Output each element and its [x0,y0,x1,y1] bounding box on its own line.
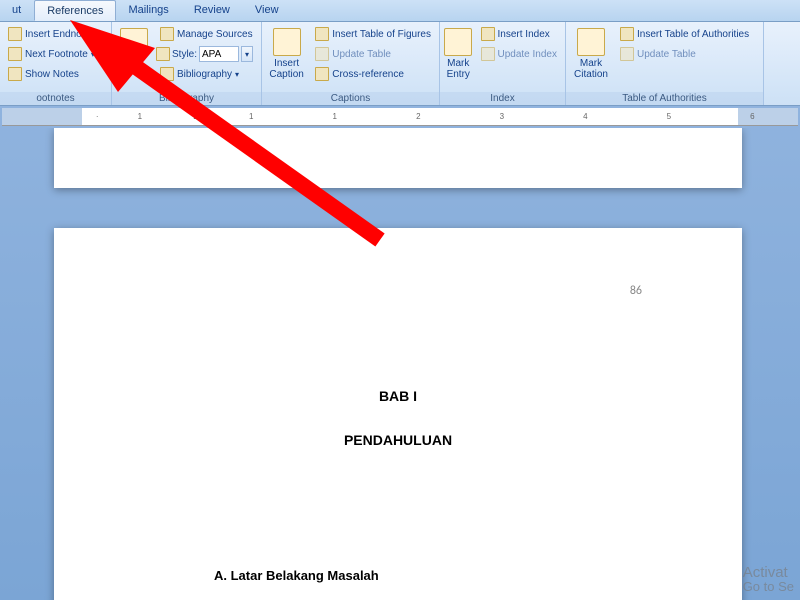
insert-table-of-figures-button[interactable]: Insert Table of Figures [311,24,435,44]
update-index-icon [481,47,495,61]
toa-icon [620,27,634,41]
style-icon [156,47,170,61]
tab-references[interactable]: References [34,0,116,21]
insert-endnote-label: Insert Endnote [25,29,90,40]
chevron-down-icon: ▾ [235,70,239,79]
update-toa-button[interactable]: Update Table [616,44,753,64]
bibliography-label: Bibliography [177,69,232,80]
group-footnotes: Insert Endnote Next Footnote ▾ Show Note… [0,22,112,105]
group-table-of-authorities: Mark Citation Insert Table of Authoritie… [566,22,764,105]
mark-entry-icon [444,28,472,56]
show-notes-icon [8,67,22,81]
insert-index-button[interactable]: Insert Index [477,24,562,44]
next-footnote-button[interactable]: Next Footnote ▾ [4,44,99,64]
next-footnote-icon [8,47,22,61]
insert-endnote-button[interactable]: Insert Endnote [4,24,99,44]
activate-windows-watermark: Activat Go to Se [743,566,794,594]
insert-toa-button[interactable]: Insert Table of Authorities [616,24,753,44]
citation-style-row: Style: ▾ [156,44,257,64]
ribbon-tabs: ut References Mailings Review View [0,0,800,22]
doc-heading-pendahuluan: PENDAHULUAN [134,432,662,448]
tab-view[interactable]: View [243,0,292,21]
update-index-button[interactable]: Update Index [477,44,562,64]
document-page[interactable]: 86 BAB I PENDAHULUAN A. Latar Belakang M… [54,228,742,600]
update-toa-icon [620,47,634,61]
update-table-captions-button[interactable]: Update Table [311,44,435,64]
update-table-icon [315,47,329,61]
tab-layout-partial[interactable]: ut [0,0,34,21]
caption-icon [273,28,301,56]
insert-toa-label: Insert Table of Authorities [637,29,749,40]
insert-caption-label: Insert Caption [269,58,303,80]
crossref-icon [315,67,329,81]
group-citations: C... Manage Sources Style: ▾ Bibliograph… [112,22,262,105]
insert-tof-label: Insert Table of Figures [332,29,431,40]
bibliography-icon [160,67,174,81]
cross-reference-button[interactable]: Cross-reference [311,64,435,84]
show-notes-button[interactable]: Show Notes [4,64,99,84]
crossref-label: Cross-reference [332,69,404,80]
mark-entry-button[interactable]: Mark Entry [444,24,473,80]
update-table-captions-label: Update Table [332,49,391,60]
next-footnote-label: Next Footnote [25,49,88,60]
ribbon: Insert Endnote Next Footnote ▾ Show Note… [0,22,800,106]
show-notes-label: Show Notes [25,69,79,80]
bibliography-button[interactable]: Bibliography ▾ [156,64,257,84]
citation-icon [120,28,148,56]
page-number: 86 [630,284,642,298]
update-toa-label: Update Table [637,49,696,60]
group-captions: Insert Caption Insert Table of Figures U… [262,22,440,105]
mark-citation-label: Mark Citation [574,58,608,80]
endnote-icon [8,27,22,41]
mark-citation-button[interactable]: Mark Citation [570,24,612,80]
style-label: Style: [172,49,197,60]
update-index-label: Update Index [498,49,558,60]
insert-index-label: Insert Index [498,29,550,40]
group-title-captions: Captions [262,92,439,105]
tab-mailings[interactable]: Mailings [116,0,181,21]
group-index: Mark Entry Insert Index Update Index Ind… [440,22,566,105]
style-dropdown-button[interactable]: ▾ [241,46,253,62]
citation-partial-label: C... [126,58,142,69]
mark-citation-icon [577,28,605,56]
ruler-scale: · 1 2 1 1 2 3 4 5 6 [82,108,778,125]
group-title-citations: Bibliography [112,92,261,105]
manage-sources-label: Manage Sources [177,29,253,40]
tab-review[interactable]: Review [182,0,243,21]
group-title-toa: Table of Authorities [566,92,763,105]
document-workspace[interactable]: 86 BAB I PENDAHULUAN A. Latar Belakang M… [0,128,800,600]
tof-icon [315,27,329,41]
doc-section-a: A. Latar Belakang Masalah [214,568,662,583]
horizontal-ruler[interactable]: · 1 2 1 1 2 3 4 5 6 [2,108,798,126]
group-title-index: Index [440,92,565,105]
doc-heading-bab: BAB I [134,388,662,404]
chevron-down-icon: ▾ [91,50,95,59]
manage-sources-button[interactable]: Manage Sources [156,24,257,44]
page-previous-bottom[interactable] [54,128,742,188]
insert-citation-button[interactable]: C... [116,24,152,69]
group-title-footnotes: ootnotes [0,92,111,105]
citation-style-select[interactable] [199,46,239,62]
manage-sources-icon [160,27,174,41]
mark-entry-label: Mark Entry [447,58,470,80]
insert-caption-button[interactable]: Insert Caption [266,24,307,80]
insert-index-icon [481,27,495,41]
